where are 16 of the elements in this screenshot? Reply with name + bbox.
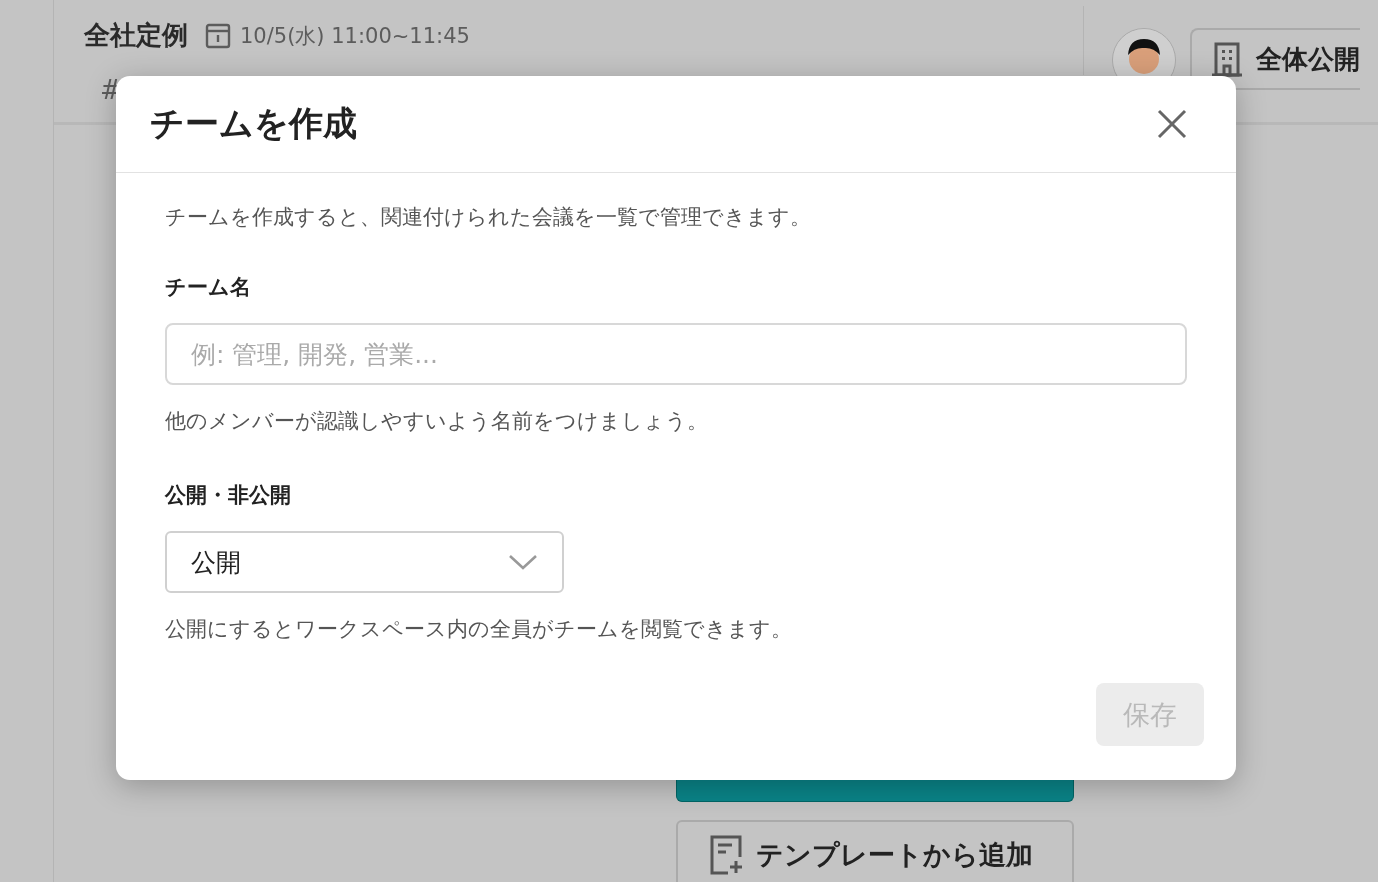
- meeting-datetime: 10/5(水) 11:00~11:45: [240, 22, 470, 50]
- field-label: チーム名: [165, 274, 252, 301]
- template-button[interactable]: テンプレートから追加: [676, 820, 1074, 882]
- dialog-description: チームを作成すると、関連付けられた会議を一覧で管理できます。: [165, 204, 812, 231]
- template-icon: [708, 835, 744, 875]
- chevron-down-icon: [508, 554, 538, 570]
- calendar-icon: [204, 21, 232, 50]
- input-field[interactable]: 例: 管理, 開発, 営業...: [165, 323, 1187, 385]
- field-help: 公開にするとワークスペース内の全員がチームを閲覧できます。: [165, 616, 793, 643]
- field-help: 他のメンバーが認識しやすいよう名前をつけましょう。: [165, 408, 709, 435]
- select-field[interactable]: 公開: [165, 531, 564, 593]
- building-icon: [1210, 41, 1244, 77]
- close-icon[interactable]: [1156, 108, 1188, 140]
- field-label: 公開・非公開: [165, 482, 292, 509]
- dialog-title: チームを作成: [150, 102, 357, 145]
- meeting-title: 全社定例: [84, 19, 188, 52]
